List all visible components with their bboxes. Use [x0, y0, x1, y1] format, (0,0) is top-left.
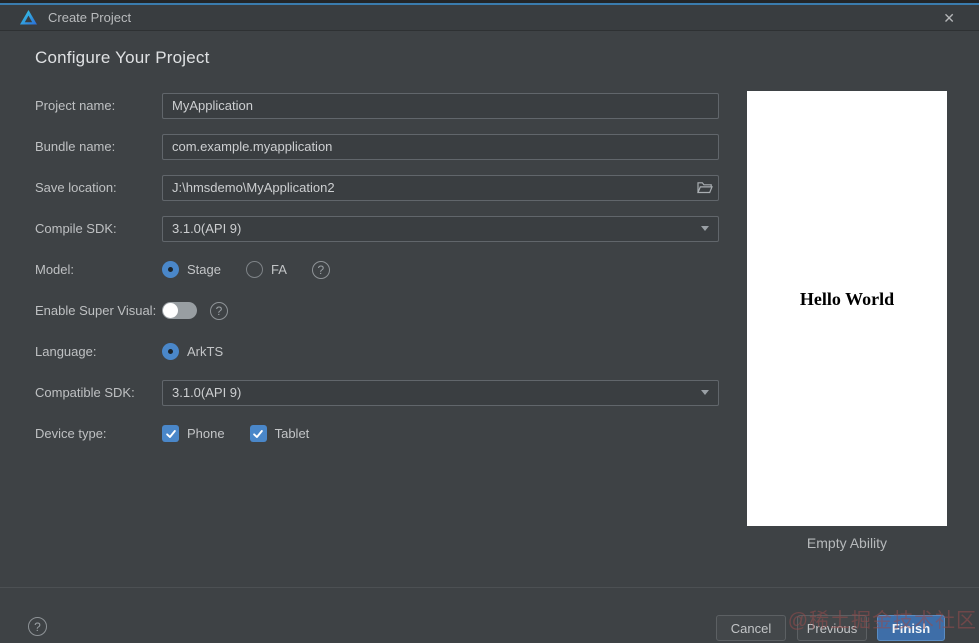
model-option-fa: FA: [245, 261, 287, 278]
enable-super-visual-label: Enable Super Visual:: [35, 303, 157, 318]
folder-icon[interactable]: [692, 181, 718, 194]
arkts-radio[interactable]: [162, 343, 179, 360]
save-location-label: Save location:: [35, 180, 117, 195]
dialog-content: Configure Your Project Project name: Bun…: [0, 32, 979, 587]
toggle-knob: [163, 303, 178, 318]
page-title: Configure Your Project: [35, 48, 210, 67]
fa-radio[interactable]: [245, 261, 263, 278]
row-bundle-name: Bundle name:: [35, 126, 719, 167]
language-option-arkts: ArkTS: [162, 343, 223, 360]
tablet-checkbox-label: Tablet: [274, 426, 310, 441]
arkts-radio-label: ArkTS: [187, 344, 224, 359]
bundle-name-label: Bundle name:: [35, 139, 116, 154]
project-name-input[interactable]: [163, 93, 718, 118]
row-project-name: Project name:: [35, 85, 719, 126]
project-name-label: Project name:: [35, 98, 116, 113]
bundle-name-field-frame: [162, 133, 719, 160]
dialog-title: Create Project: [48, 10, 132, 25]
model-help-icon[interactable]: ?: [311, 260, 330, 279]
chevron-down-icon: [701, 390, 709, 395]
previous-button[interactable]: Previous: [797, 615, 867, 641]
save-location-field-frame: [162, 174, 719, 201]
row-device-type: Device type: Phone Tablet: [35, 413, 719, 454]
row-save-location: Save location:: [35, 167, 719, 208]
super-visual-help-icon[interactable]: ?: [210, 301, 228, 320]
finish-button[interactable]: Finish: [877, 615, 945, 641]
device-type-label: Device type:: [35, 426, 107, 441]
compatible-sdk-label: Compatible SDK:: [35, 385, 135, 400]
compatible-sdk-value: 3.1.0(API 9): [172, 385, 242, 400]
dialog-titlebar: Create Project ✕: [0, 5, 979, 31]
dialog-help-icon[interactable]: ?: [28, 617, 47, 636]
model-option-stage: Stage: [162, 261, 221, 278]
compile-sdk-value: 3.1.0(API 9): [172, 221, 242, 236]
project-form: Project name: Bundle name: Save lo: [35, 85, 719, 454]
device-option-tablet: Tablet: [249, 425, 310, 442]
ability-preview-screen: Hello World: [747, 91, 947, 526]
preview-screen-text: Hello World: [799, 289, 895, 309]
row-enable-super-visual: Enable Super Visual: ?: [35, 290, 719, 331]
model-label: Model:: [35, 262, 75, 277]
stage-radio-label: Stage: [187, 262, 221, 277]
row-language: Language: ArkTS: [35, 331, 719, 372]
project-name-field-frame: [162, 92, 719, 119]
phone-checkbox-label: Phone: [187, 426, 225, 441]
fa-radio-label: FA: [270, 262, 287, 277]
language-label: Language:: [35, 344, 97, 359]
deveco-studio-logo-icon: [20, 9, 37, 26]
cancel-button[interactable]: Cancel: [716, 615, 786, 641]
row-model: Model: Stage FA ?: [35, 249, 719, 290]
device-option-phone: Phone: [162, 425, 225, 442]
compatible-sdk-select[interactable]: 3.1.0(API 9): [162, 379, 719, 406]
row-compatible-sdk: Compatible SDK: 3.1.0(API 9): [35, 372, 719, 413]
super-visual-toggle[interactable]: [162, 302, 197, 319]
compile-sdk-select[interactable]: 3.1.0(API 9): [162, 215, 719, 242]
stage-radio[interactable]: [162, 261, 179, 278]
compile-sdk-label: Compile SDK:: [35, 221, 117, 236]
dialog-footer: ? Cancel Previous Finish @稀土掘金技术社区: [0, 587, 979, 643]
create-project-dialog: Create Project ✕ Configure Your Project …: [0, 0, 979, 643]
ability-template-name: Empty Ability: [806, 535, 888, 551]
phone-checkbox[interactable]: [162, 425, 179, 442]
row-compile-sdk: Compile SDK: 3.1.0(API 9): [35, 208, 719, 249]
close-icon[interactable]: ✕: [939, 9, 959, 27]
chevron-down-icon: [701, 226, 709, 231]
save-location-input[interactable]: [163, 175, 692, 200]
bundle-name-input[interactable]: [163, 134, 718, 159]
tablet-checkbox[interactable]: [249, 425, 267, 442]
